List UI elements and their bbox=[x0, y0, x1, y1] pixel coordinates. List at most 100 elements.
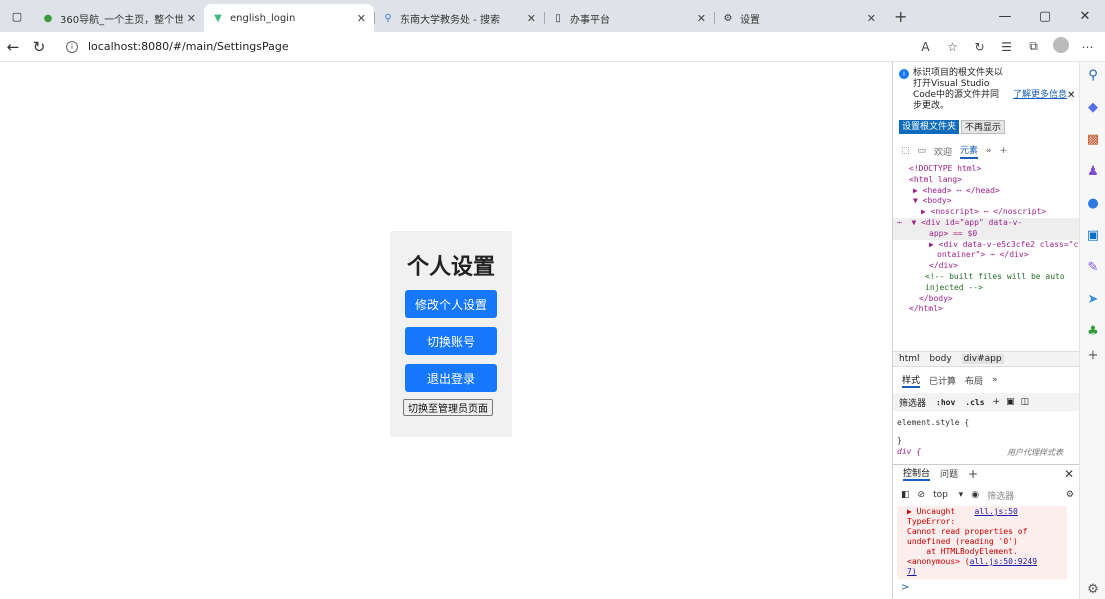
div-selector[interactable]: div { bbox=[897, 447, 921, 456]
tab-console[interactable]: 控制台 bbox=[903, 466, 931, 481]
designer-icon[interactable]: ✎ bbox=[1085, 260, 1101, 276]
add-sidebar-icon[interactable]: + bbox=[1085, 348, 1101, 364]
error-stack-link[interactable]: all.js:50:9249 bbox=[970, 557, 1037, 566]
search-icon: ⚲ bbox=[384, 12, 392, 24]
dont-show-button[interactable]: 不再显示 bbox=[961, 120, 1006, 134]
eye-icon[interactable]: ◉ bbox=[971, 490, 979, 500]
tag-icon[interactable]: ◆ bbox=[1085, 100, 1101, 116]
gear-icon[interactable]: ⚙ bbox=[1066, 490, 1074, 500]
close-tab-icon[interactable]: ✕ bbox=[697, 12, 706, 25]
breadcrumb-html[interactable]: html bbox=[899, 354, 920, 364]
dom-line[interactable]: </div> bbox=[893, 261, 1080, 272]
tab-welcome[interactable]: 欢迎 bbox=[934, 145, 952, 158]
tree-icon[interactable]: ♣ bbox=[1085, 324, 1101, 340]
tab-settings[interactable]: ⚙ 设置 ✕ bbox=[714, 4, 884, 32]
context-value: top bbox=[933, 490, 948, 500]
tab-computed[interactable]: 已计算 bbox=[929, 374, 956, 387]
admin-page-button[interactable]: 切换至管理员页面 bbox=[403, 399, 493, 416]
dom-line[interactable]: ▼ <body> bbox=[893, 196, 1080, 207]
error-source-link[interactable]: all.js:50 bbox=[974, 507, 1017, 516]
dom-line-selected[interactable]: ⋯ ▼ <div id="app" data-v- bbox=[893, 217, 1080, 229]
logout-button[interactable]: 退出登录 bbox=[405, 364, 497, 392]
refresh-icon[interactable]: ↻ bbox=[26, 38, 52, 56]
tab-english-login[interactable]: ▼ english_login ✕ bbox=[204, 4, 374, 32]
toolbox-icon[interactable]: ▩ bbox=[1085, 132, 1101, 148]
more-tabs-icon[interactable]: » bbox=[992, 375, 998, 385]
collections-icon[interactable]: ⧉ bbox=[1020, 39, 1047, 54]
favorite-star-icon[interactable]: ☆ bbox=[939, 40, 966, 54]
clear-console-icon[interactable]: ⊘ bbox=[918, 490, 926, 500]
add-tab-icon[interactable]: + bbox=[1000, 146, 1008, 156]
dom-line[interactable]: ▶ <div data-v-e5c3cfe2 class="c bbox=[893, 240, 1080, 251]
tab-issues[interactable]: 问题 bbox=[940, 467, 958, 480]
tab-seu-search[interactable]: ⚲ 东南大学教务处 - 搜索 ✕ bbox=[374, 4, 544, 32]
tab-styles[interactable]: 样式 bbox=[902, 373, 921, 388]
tab-elements[interactable]: 元素 bbox=[960, 143, 979, 159]
read-aloud-icon[interactable]: A bbox=[912, 40, 939, 54]
tab-office[interactable]: ▯ 办事平台 ✕ bbox=[544, 4, 714, 32]
switch-account-button[interactable]: 切换账号 bbox=[405, 327, 497, 355]
add-rule-icon[interactable]: + bbox=[993, 397, 1001, 407]
breadcrumb-div-app[interactable]: div#app bbox=[961, 354, 1004, 364]
hov-toggle[interactable]: :hov bbox=[936, 398, 955, 407]
search-icon[interactable]: ⚲ bbox=[1085, 68, 1101, 84]
element-style-close: } bbox=[897, 436, 902, 445]
more-tabs-icon[interactable]: » bbox=[986, 146, 992, 156]
console-prompt[interactable]: > bbox=[901, 582, 909, 593]
dom-line[interactable]: </html> bbox=[893, 304, 1080, 315]
refresh-sync-icon[interactable]: ↻ bbox=[966, 40, 993, 54]
sidebar-toggle-icon[interactable]: ◫ bbox=[1021, 397, 1030, 407]
tab-360[interactable]: ● 360导航_一个主页，整个世界 ✕ bbox=[34, 4, 204, 32]
breadcrumb-body[interactable]: body bbox=[929, 354, 951, 364]
error-anon: <anonymous> ( bbox=[907, 557, 970, 566]
send-icon[interactable]: ➤ bbox=[1085, 292, 1101, 308]
workspaces-icon[interactable]: ▢ bbox=[0, 0, 34, 32]
close-tab-icon[interactable]: ✕ bbox=[187, 12, 196, 25]
error-stack-link-tail[interactable]: 7) bbox=[907, 567, 917, 576]
close-tab-icon[interactable]: ✕ bbox=[527, 12, 536, 25]
device-toggle-icon[interactable]: ▭ bbox=[918, 146, 927, 156]
context-select[interactable]: top ▾ bbox=[933, 490, 963, 500]
dom-line[interactable]: <html lang> bbox=[893, 175, 1080, 186]
sidebar-icon[interactable]: ◧ bbox=[901, 490, 910, 500]
games-icon[interactable]: ♟ bbox=[1085, 164, 1101, 180]
add-drawer-tab-icon[interactable]: + bbox=[968, 467, 978, 481]
site-info-icon[interactable]: i bbox=[66, 40, 78, 53]
dom-line-selected[interactable]: app> == $0 bbox=[893, 228, 1080, 240]
dom-line[interactable]: ▶ <noscript> ⋯ </noscript> bbox=[893, 207, 1080, 218]
set-root-folder-button[interactable]: 设置根文件夹 bbox=[899, 120, 960, 134]
new-tab-icon[interactable]: + bbox=[894, 7, 907, 26]
close-notice-icon[interactable]: ✕ bbox=[1067, 90, 1075, 101]
gear-icon[interactable]: ⚙ bbox=[1085, 582, 1101, 598]
dom-comment[interactable]: <!-- built files will be auto bbox=[893, 272, 1080, 283]
learn-more-link[interactable]: 了解更多信息 bbox=[1013, 90, 1067, 101]
close-drawer-icon[interactable]: ✕ bbox=[1064, 467, 1074, 481]
close-window-icon[interactable]: ✕ bbox=[1065, 9, 1105, 24]
dom-line[interactable]: ontainer"> ⋯ </div> bbox=[893, 250, 1080, 261]
dom-line[interactable]: ▶ <head> ⋯ </head> bbox=[893, 186, 1080, 197]
restore-icon[interactable]: ▢ bbox=[1025, 9, 1065, 24]
profile-avatar[interactable] bbox=[1047, 37, 1074, 56]
url-field[interactable]: i localhost:8080/#/main/SettingsPage bbox=[66, 40, 289, 53]
office-icon[interactable]: ● bbox=[1085, 196, 1101, 212]
favorites-list-icon[interactable]: ☰ bbox=[993, 40, 1020, 54]
console-filter-input[interactable]: 筛选器 bbox=[987, 489, 1014, 502]
inspect-icon[interactable]: ⬚ bbox=[901, 146, 910, 156]
dom-line[interactable]: </body> bbox=[893, 294, 1080, 305]
outlook-icon[interactable]: ▣ bbox=[1085, 228, 1101, 244]
element-style-open[interactable]: element.style { bbox=[897, 417, 969, 428]
paint-icon[interactable]: ▣ bbox=[1006, 397, 1015, 407]
close-tab-icon[interactable]: ✕ bbox=[867, 12, 876, 25]
cls-toggle[interactable]: .cls bbox=[965, 398, 984, 407]
edit-settings-button[interactable]: 修改个人设置 bbox=[405, 290, 497, 318]
back-icon[interactable]: ← bbox=[0, 38, 26, 56]
dom-tree: <!DOCTYPE html> <html lang> ▶ <head> ⋯ <… bbox=[893, 164, 1080, 349]
tab-layout[interactable]: 布局 bbox=[965, 374, 983, 387]
minimize-icon[interactable]: — bbox=[985, 9, 1025, 24]
dom-line[interactable]: <!DOCTYPE html> bbox=[893, 164, 1080, 175]
more-menu-icon[interactable]: ⋯ bbox=[1074, 40, 1101, 54]
styles-filter-bar: 筛选器 :hov .cls + ▣ ◫ bbox=[893, 393, 1080, 411]
dom-comment[interactable]: injected --> bbox=[893, 283, 1080, 294]
close-tab-icon[interactable]: ✕ bbox=[357, 12, 366, 25]
styles-filter-input[interactable]: 筛选器 bbox=[899, 396, 926, 409]
